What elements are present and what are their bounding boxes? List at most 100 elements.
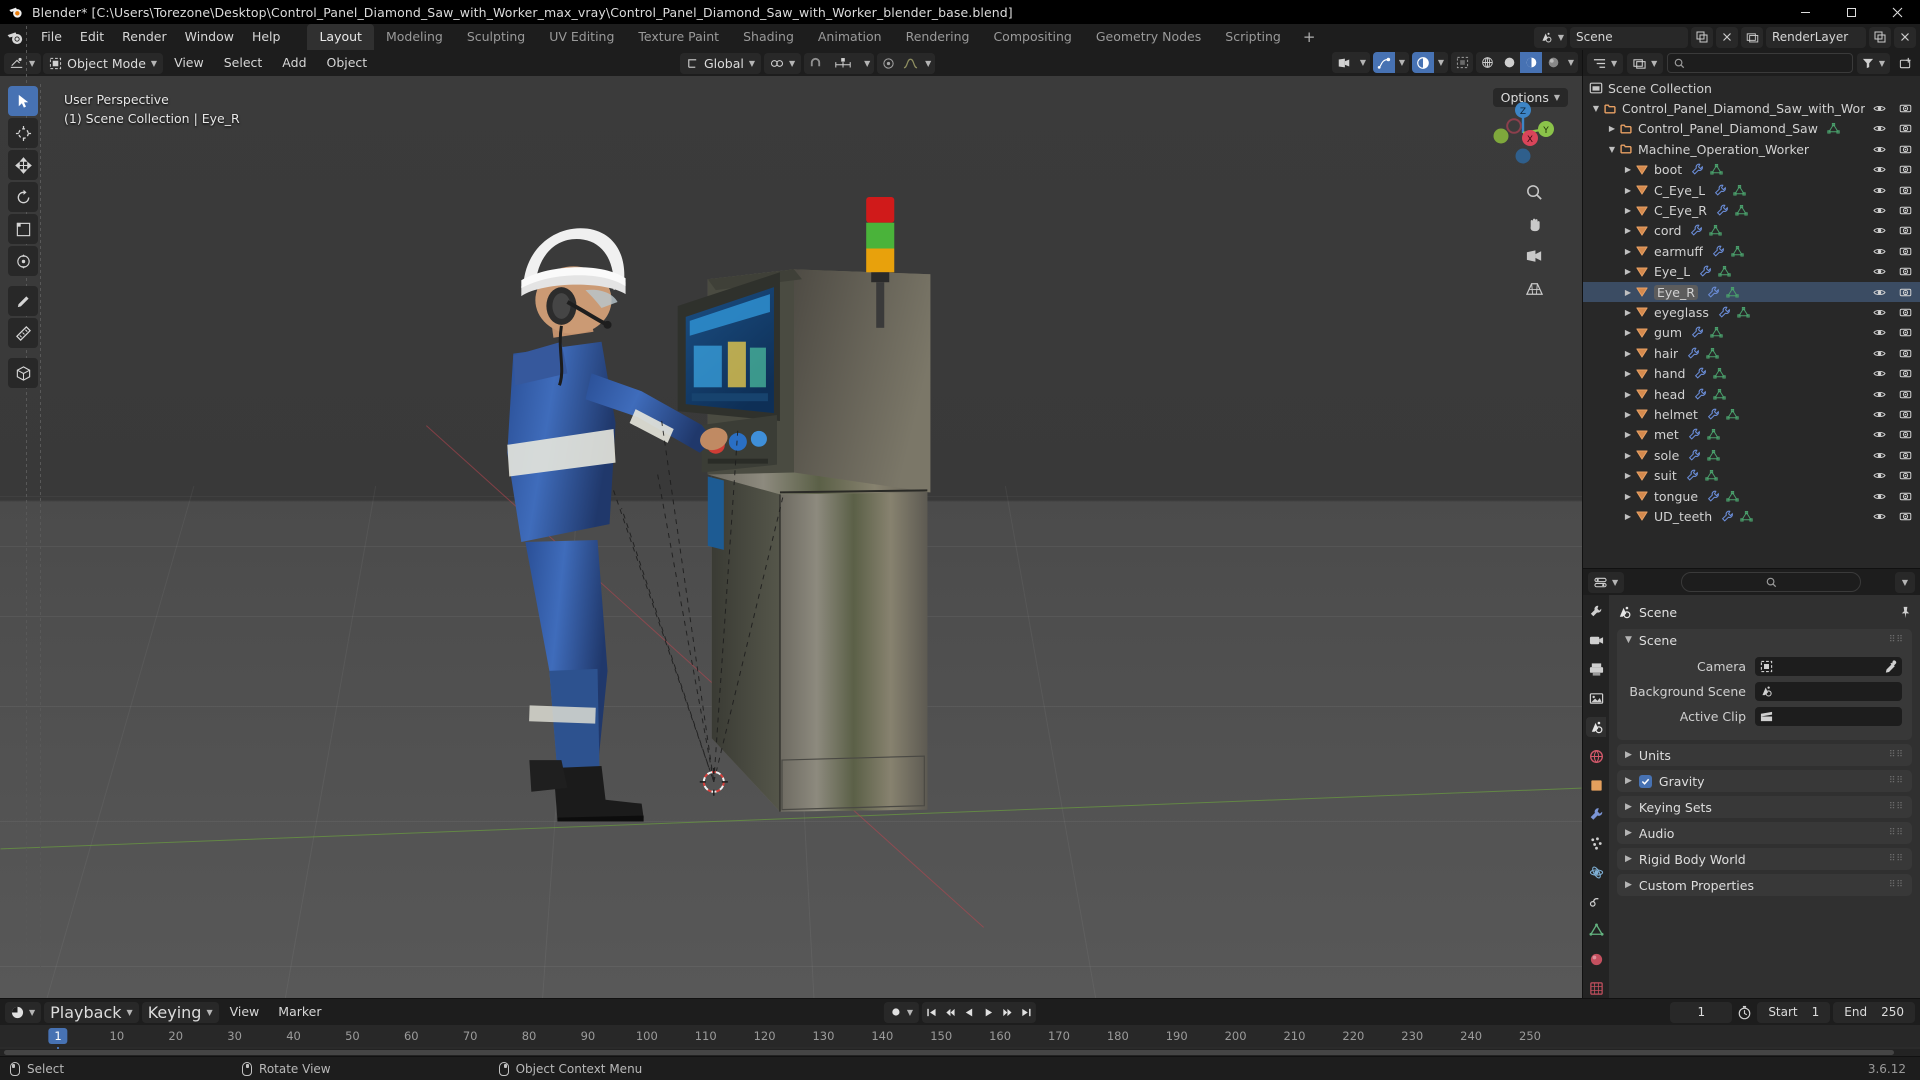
outliner-display-mode[interactable]: ▼ [1627, 52, 1664, 74]
tab-sculpting[interactable]: Sculpting [455, 24, 537, 50]
tool-select-box[interactable] [8, 86, 38, 116]
chevron-right-icon[interactable]: ▶ [1621, 486, 1635, 506]
auto-keying-toggle[interactable]: ▼ [883, 1001, 920, 1023]
outliner-row[interactable]: ▶ earmuff [1583, 241, 1920, 261]
visibility-eye-icon[interactable] [1873, 326, 1886, 339]
add-workspace-button[interactable]: + [1293, 24, 1326, 50]
chevron-right-icon[interactable]: ▶ [1621, 241, 1635, 261]
show-overlays-toggle[interactable] [1412, 52, 1434, 73]
show-hide-selector[interactable] [1332, 52, 1356, 73]
view-layer-icon-button[interactable] [1741, 26, 1763, 48]
viewport-canvas[interactable]: User Perspective (1) Scene Collection | … [0, 76, 1582, 998]
tab-scene-properties[interactable] [1586, 717, 1606, 737]
gravity-checkbox[interactable] [1638, 774, 1652, 788]
outliner-row[interactable]: ▶ Eye_L [1583, 262, 1920, 282]
tab-rendering[interactable]: Rendering [894, 24, 982, 50]
panel-units-header[interactable]: ▶ Units ⠿⠿ [1617, 744, 1912, 766]
outliner-new-collection-button[interactable] [1894, 53, 1916, 74]
outliner-row[interactable]: ▶ C_Eye_L [1583, 180, 1920, 200]
tool-add-cube[interactable] [8, 358, 38, 388]
rendered-shading-button[interactable] [1542, 52, 1564, 73]
frame-end-field[interactable]: End 250 [1833, 1001, 1915, 1023]
zoom-view-button[interactable] [1522, 180, 1546, 204]
visibility-eye-icon[interactable] [1873, 102, 1886, 115]
overlays-dropdown[interactable]: ▼ [1434, 52, 1448, 73]
viewport-menu-object[interactable]: Object [318, 50, 377, 76]
chevron-right-icon[interactable]: ▶ [1621, 323, 1635, 343]
chevron-right-icon[interactable]: ▶ [1621, 466, 1635, 486]
new-viewlayer-button[interactable] [1869, 26, 1891, 48]
render-visibility-icon[interactable] [1899, 449, 1912, 462]
panel-scene-header[interactable]: ▼ Scene ⠿⠿ [1617, 629, 1912, 651]
outliner-row[interactable]: ▶ sole [1583, 445, 1920, 465]
shading-dropdown[interactable]: ▼ [1564, 52, 1578, 73]
maximize-button[interactable] [1828, 0, 1874, 24]
tab-data-properties[interactable] [1586, 920, 1606, 940]
tab-constraints-properties[interactable] [1586, 891, 1606, 911]
visibility-eye-icon[interactable] [1873, 224, 1886, 237]
tab-physics-properties[interactable] [1586, 862, 1606, 882]
navigation-gizmo[interactable]: Z Y X [1488, 98, 1558, 168]
tab-output-properties[interactable] [1586, 659, 1606, 679]
render-visibility-icon[interactable] [1899, 469, 1912, 482]
outliner-row[interactable]: ▶ cord [1583, 221, 1920, 241]
panel-custom-properties-header[interactable]: ▶ Custom Properties ⠿⠿ [1617, 874, 1912, 896]
tab-uv-editing[interactable]: UV Editing [537, 24, 626, 50]
visibility-eye-icon[interactable] [1873, 184, 1886, 197]
visibility-eye-icon[interactable] [1873, 122, 1886, 135]
render-visibility-icon[interactable] [1899, 490, 1912, 503]
render-visibility-icon[interactable] [1899, 347, 1912, 360]
outliner-row[interactable]: ▶ Eye_R [1583, 281, 1920, 303]
active-clip-field[interactable] [1755, 706, 1902, 726]
menu-help[interactable]: Help [243, 24, 290, 50]
tab-world-properties[interactable] [1586, 746, 1606, 766]
toggle-xray-button[interactable] [1451, 52, 1473, 73]
unlink-scene-button[interactable] [1716, 26, 1738, 48]
visibility-eye-icon[interactable] [1873, 163, 1886, 176]
snap-pivot-selector[interactable]: ▼ [764, 52, 802, 74]
chevron-down-icon[interactable]: ▼ [1605, 139, 1619, 159]
render-visibility-icon[interactable] [1899, 143, 1912, 156]
timeline-menu-playback[interactable]: Playback ▼ [44, 1001, 139, 1023]
tool-transform[interactable] [8, 246, 38, 276]
tab-compositing[interactable]: Compositing [981, 24, 1083, 50]
tab-material-properties[interactable] [1586, 949, 1606, 969]
render-visibility-icon[interactable] [1899, 510, 1912, 523]
tab-render-properties[interactable] [1586, 630, 1606, 650]
toggle-camera-view-button[interactable] [1522, 244, 1546, 268]
material-preview-button[interactable] [1520, 52, 1542, 73]
chevron-down-icon[interactable]: ▼ [1589, 99, 1603, 119]
visibility-eye-icon[interactable] [1873, 490, 1886, 503]
render-visibility-icon[interactable] [1899, 122, 1912, 135]
tab-viewlayer-properties[interactable] [1586, 688, 1606, 708]
proportional-edit-toggle[interactable] [877, 52, 900, 74]
visibility-eye-icon[interactable] [1873, 408, 1886, 421]
outliner-row[interactable]: ▶ Control_Panel_Diamond_Saw [1583, 119, 1920, 139]
tab-geometry-nodes[interactable]: Geometry Nodes [1084, 24, 1213, 50]
gizmo-dropdown[interactable]: ▼ [1395, 52, 1409, 73]
tab-scripting[interactable]: Scripting [1213, 24, 1293, 50]
viewport-menu-select[interactable]: Select [215, 50, 272, 76]
render-visibility-icon[interactable] [1899, 265, 1912, 278]
viewport-menu-view[interactable]: View [165, 50, 213, 76]
chevron-right-icon[interactable]: ▶ [1621, 160, 1635, 180]
chevron-right-icon[interactable]: ▶ [1621, 221, 1635, 241]
pan-view-button[interactable] [1522, 212, 1546, 236]
timeline-menu-keying[interactable]: Keying ▼ [141, 1001, 219, 1023]
outliner-filter-button[interactable]: ▼ [1856, 52, 1890, 74]
visibility-eye-icon[interactable] [1873, 143, 1886, 156]
panel-keying-sets-header[interactable]: ▶ Keying Sets ⠿⠿ [1617, 796, 1912, 818]
jump-to-next-keyframe-button[interactable] [998, 1002, 1017, 1023]
outliner-row[interactable]: ▶ hand [1583, 363, 1920, 383]
timeline-editor-type[interactable]: ▼ [5, 1001, 42, 1023]
panel-audio-header[interactable]: ▶ Audio ⠿⠿ [1617, 822, 1912, 844]
chevron-right-icon[interactable]: ▶ [1621, 445, 1635, 465]
chevron-right-icon[interactable]: ▶ [1621, 364, 1635, 384]
visibility-eye-icon[interactable] [1873, 204, 1886, 217]
eyedropper-icon[interactable] [1884, 659, 1897, 673]
chevron-right-icon[interactable]: ▶ [1621, 343, 1635, 363]
visibility-eye-icon[interactable] [1873, 245, 1886, 258]
frame-range-field[interactable]: Start 1 [1757, 1001, 1831, 1023]
interaction-mode-selector[interactable]: Object Mode ▼ [43, 52, 164, 74]
render-visibility-icon[interactable] [1899, 102, 1912, 115]
